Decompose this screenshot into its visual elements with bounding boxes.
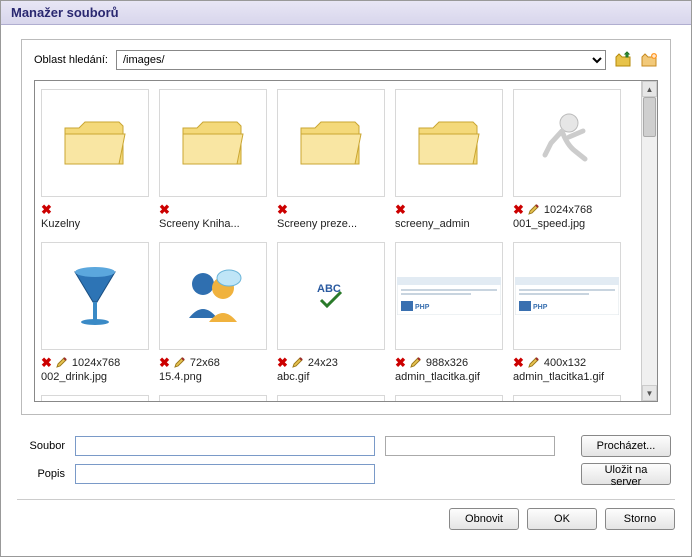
edit-icon[interactable] (528, 203, 540, 218)
edit-icon[interactable] (528, 356, 540, 371)
folder-item[interactable]: ✖screeny_admin (395, 89, 503, 230)
delete-icon[interactable]: ✖ (395, 355, 406, 371)
file-dimensions: 24x23 (308, 357, 338, 369)
window-title: Manažer souborů (11, 5, 119, 20)
ok-button[interactable]: OK (527, 508, 597, 530)
folder-icon[interactable] (159, 89, 267, 197)
file-item-partial (513, 395, 621, 401)
file-item[interactable]: PHP ✖ 988x326 admin_tlacitka.gif (395, 242, 503, 383)
scroll-thumb[interactable] (643, 97, 656, 137)
folder-item[interactable]: ✖Screeny preze... (277, 89, 385, 230)
vertical-scrollbar[interactable]: ▲ ▼ (641, 81, 657, 401)
file-thumbnail[interactable] (159, 242, 267, 350)
delete-icon[interactable]: ✖ (159, 202, 170, 218)
delete-icon[interactable]: ✖ (513, 355, 524, 371)
file-input[interactable] (75, 436, 375, 456)
scroll-down-button[interactable]: ▼ (642, 385, 657, 401)
file-dimensions: 1024x768 (544, 204, 592, 216)
file-item-partial (41, 395, 149, 401)
item-label: screeny_admin (395, 218, 503, 230)
svg-text:PHP: PHP (533, 304, 548, 311)
file-item-partial (159, 395, 267, 401)
item-label: admin_tlacitka.gif (395, 371, 503, 383)
edit-icon[interactable] (292, 356, 304, 371)
search-label: Oblast hledání: (34, 54, 108, 66)
item-label: admin_tlacitka1.gif (513, 371, 621, 383)
file-item[interactable]: PHP ✖ 400x132 admin_tlacitka1.gif (513, 242, 621, 383)
file-item[interactable]: ✖ 1024x768 001_speed.jpg (513, 89, 621, 230)
browse-button[interactable]: Procházet... (581, 435, 671, 457)
file-item[interactable]: ✖ 72x68 15.4.png (159, 242, 267, 383)
upload-button[interactable]: Uložit na server (581, 463, 671, 485)
desc-input[interactable] (75, 464, 375, 484)
delete-icon[interactable]: ✖ (277, 202, 288, 218)
file-item-partial (395, 395, 503, 401)
file-grid-container: ✖Kuzelny✖Screeny Kniha...✖Screeny preze.… (34, 80, 658, 402)
search-path-select[interactable]: /images/ (116, 50, 606, 70)
folder-icon[interactable] (41, 89, 149, 197)
file-item-partial (277, 395, 385, 401)
folder-item[interactable]: ✖Screeny Kniha... (159, 89, 267, 230)
item-label: Screeny preze... (277, 218, 385, 230)
delete-icon[interactable]: ✖ (159, 355, 170, 371)
item-label: 002_drink.jpg (41, 371, 149, 383)
item-label: Kuzelny (41, 218, 149, 230)
folder-up-icon[interactable] (614, 51, 632, 69)
file-item[interactable]: ABC ✖ 24x23 abc.gif (277, 242, 385, 383)
file-item[interactable]: ✖ 1024x768 002_drink.jpg (41, 242, 149, 383)
item-label: 15.4.png (159, 371, 267, 383)
file-dimensions: 988x326 (426, 357, 468, 369)
cancel-button[interactable]: Storno (605, 508, 675, 530)
edit-icon[interactable] (56, 356, 68, 371)
folder-icon[interactable] (277, 89, 385, 197)
item-label: abc.gif (277, 371, 385, 383)
item-label: 001_speed.jpg (513, 218, 621, 230)
file-thumbnail[interactable]: ABC (277, 242, 385, 350)
new-folder-icon[interactable] (640, 51, 658, 69)
refresh-button[interactable]: Obnovit (449, 508, 519, 530)
svg-text:PHP: PHP (415, 304, 430, 311)
delete-icon[interactable]: ✖ (41, 355, 52, 371)
file-thumbnail[interactable] (41, 242, 149, 350)
edit-icon[interactable] (410, 356, 422, 371)
file-thumbnail[interactable] (513, 89, 621, 197)
window-titlebar: Manažer souborů (1, 1, 691, 25)
file-thumbnail[interactable]: PHP (513, 242, 621, 350)
delete-icon[interactable]: ✖ (41, 202, 52, 218)
scroll-up-button[interactable]: ▲ (642, 81, 657, 97)
upload-path-field[interactable] (385, 436, 555, 456)
file-label: Soubor (21, 440, 65, 452)
svg-text:ABC: ABC (317, 283, 341, 295)
file-dimensions: 1024x768 (72, 357, 120, 369)
delete-icon[interactable]: ✖ (395, 202, 406, 218)
item-label: Screeny Kniha... (159, 218, 267, 230)
folder-item[interactable]: ✖Kuzelny (41, 89, 149, 230)
delete-icon[interactable]: ✖ (513, 202, 524, 218)
delete-icon[interactable]: ✖ (277, 355, 288, 371)
file-browser-panel: Oblast hledání: /images/ ✖Kuzelny✖Screen… (21, 39, 671, 415)
folder-icon[interactable] (395, 89, 503, 197)
file-dimensions: 400x132 (544, 357, 586, 369)
edit-icon[interactable] (174, 356, 186, 371)
file-dimensions: 72x68 (190, 357, 220, 369)
desc-label: Popis (21, 468, 65, 480)
file-thumbnail[interactable]: PHP (395, 242, 503, 350)
